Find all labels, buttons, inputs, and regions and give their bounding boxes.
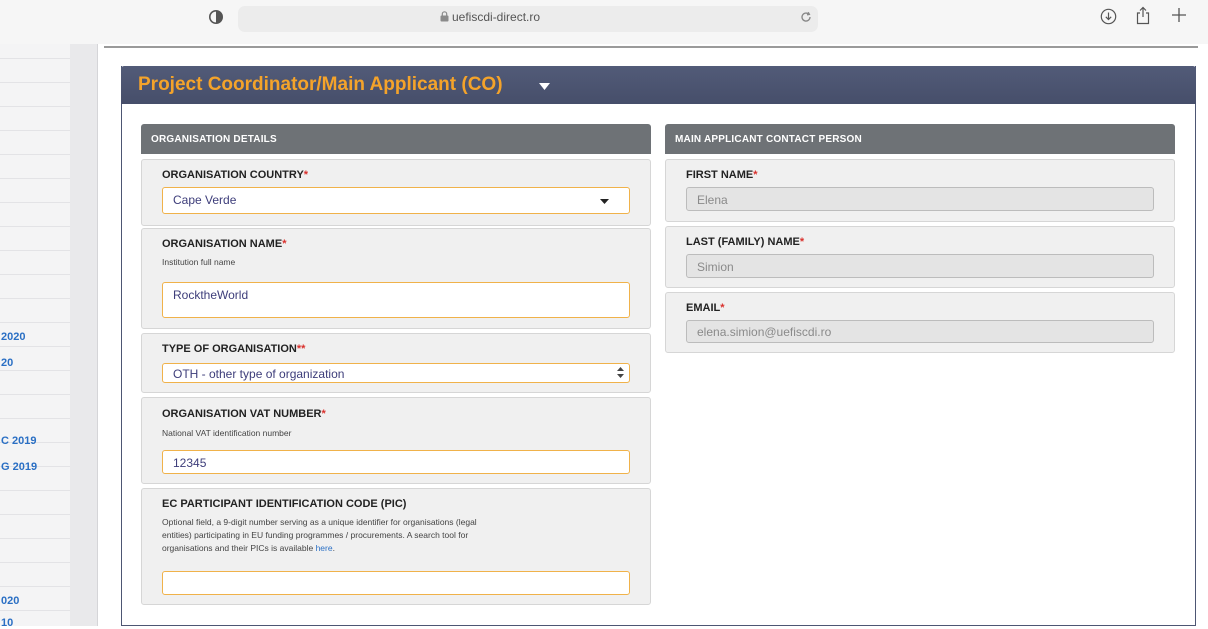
section-organisation-details: ORGANISATION DETAILS: [141, 124, 651, 154]
dropdown-arrow-icon: [600, 199, 609, 204]
last-name-input[interactable]: Simion: [686, 254, 1154, 278]
caret-down-icon[interactable]: [539, 83, 550, 90]
country-label: ORGANISATION COUNTRY*: [162, 169, 309, 181]
sidebar-link[interactable]: 20: [1, 357, 13, 369]
sidebar-link[interactable]: G 2019: [1, 461, 37, 473]
browser-toolbar: uefiscdi-direct.ro: [0, 0, 1208, 44]
content-divider: [104, 46, 1198, 48]
first-name-label: FIRST NAME*: [686, 169, 758, 181]
sidebar-link[interactable]: 2020: [1, 331, 25, 343]
vat-label: ORGANISATION VAT NUMBER*: [162, 408, 326, 420]
pic-input[interactable]: [162, 571, 630, 595]
download-icon[interactable]: [1100, 8, 1117, 25]
type-label: TYPE OF ORGANISATION**: [162, 343, 306, 355]
sidebar-link[interactable]: 020: [1, 595, 19, 607]
sidebar-scroll-gutter[interactable]: [70, 44, 98, 626]
pic-search-link[interactable]: here: [316, 543, 333, 553]
vat-help: National VAT identification number: [162, 428, 292, 438]
organisation-type-select[interactable]: OTH - other type of organization: [162, 363, 630, 383]
url-text[interactable]: uefiscdi-direct.ro: [452, 10, 540, 24]
section-contact-person: MAIN APPLICANT CONTACT PERSON: [665, 124, 1175, 154]
email-label: EMAIL*: [686, 302, 725, 314]
name-label: ORGANISATION NAME*: [162, 238, 287, 250]
pic-help: Optional field, a 9-digit number serving…: [162, 517, 477, 553]
lock-icon: [440, 11, 449, 22]
plus-icon[interactable]: [1170, 6, 1188, 24]
select-updown-icon: [617, 367, 624, 378]
last-name-label: LAST (FAMILY) NAME*: [686, 236, 805, 248]
organisation-name-input[interactable]: RocktheWorld: [162, 282, 630, 318]
shield-icon[interactable]: [208, 9, 224, 25]
vat-number-input[interactable]: 12345: [162, 450, 630, 474]
reload-icon[interactable]: [799, 10, 813, 24]
name-help: Institution full name: [162, 257, 236, 267]
country-select[interactable]: Cape Verde: [162, 187, 630, 214]
share-icon[interactable]: [1135, 6, 1151, 25]
first-name-input[interactable]: Elena: [686, 187, 1154, 211]
sidebar-link[interactable]: C 2019: [1, 435, 36, 447]
panel-title[interactable]: Project Coordinator/Main Applicant (CO): [138, 74, 503, 96]
pic-label: EC PARTICIPANT IDENTIFICATION CODE (PIC): [162, 498, 407, 510]
sidebar-link[interactable]: 10: [1, 617, 13, 629]
email-input[interactable]: elena.simion@uefiscdi.ro: [686, 320, 1154, 343]
